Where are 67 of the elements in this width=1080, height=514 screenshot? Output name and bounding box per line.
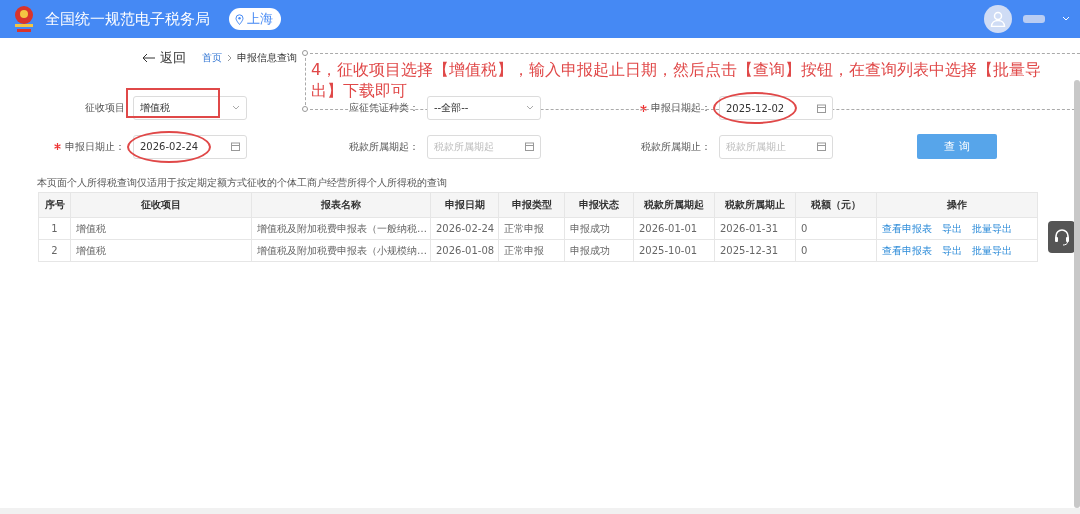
column-header: 操作 <box>876 192 1038 218</box>
user-avatar[interactable] <box>984 5 1012 33</box>
arrow-left-icon <box>142 53 156 63</box>
table-cell: 正常申报 <box>498 217 565 240</box>
column-header: 申报类型 <box>498 192 565 218</box>
notice-text: 本页面个人所得税查询仅适用于按定期定额方式征收的个体工商户经营所得个人所得税的查询 <box>37 176 448 190</box>
action-link[interactable]: 导出 <box>942 222 962 234</box>
table-cell: 增值税 <box>70 239 252 262</box>
table-cell: 增值税及附加税费申报表（一般纳税… <box>251 217 431 240</box>
action-link[interactable]: 批量导出 <box>972 244 1012 256</box>
column-header: 税款所属期止 <box>714 192 796 218</box>
action-link[interactable]: 查看申报表 <box>882 244 932 256</box>
chevron-down-icon <box>526 105 534 111</box>
table-cell: 2025-10-01 <box>633 239 715 262</box>
site-title: 全国统一规范电子税务局 <box>45 9 210 29</box>
column-header: 序号 <box>38 192 71 218</box>
column-header: 征收项目 <box>70 192 252 218</box>
support-button[interactable] <box>1048 221 1075 253</box>
table-cell: 2 <box>38 239 71 262</box>
column-header: 报表名称 <box>251 192 431 218</box>
table-cell: 正常申报 <box>498 239 565 262</box>
calendar-icon <box>231 142 240 151</box>
action-link[interactable]: 批量导出 <box>972 222 1012 234</box>
scrollbar[interactable] <box>1074 80 1080 508</box>
chevron-down-icon <box>232 105 240 111</box>
resize-handle[interactable] <box>302 106 308 112</box>
headset-icon <box>1052 228 1071 246</box>
date-field[interactable]: 2026-02-24 <box>133 134 247 159</box>
chevron-down-icon[interactable] <box>1062 16 1070 22</box>
action-link[interactable]: 查看申报表 <box>882 222 932 234</box>
table-cell: 2025-12-31 <box>714 239 796 262</box>
breadcrumb-current: 申报信息查询 <box>237 51 297 65</box>
field-label: 税款所属期止： <box>641 139 712 154</box>
table-cell: 2026-02-24 <box>430 217 499 240</box>
table-cell: 0 <box>795 217 877 240</box>
calendar-icon <box>525 142 534 151</box>
field-label: 应征凭证种类： <box>349 101 420 115</box>
column-header: 税款所属期起 <box>633 192 715 218</box>
date-field[interactable]: 2025-12-02 <box>719 96 833 120</box>
table-cell: 增值税及附加税费申报表（小规模纳… <box>251 239 431 262</box>
field-label: 申报日期止： <box>54 139 133 154</box>
table-cell: 2026-01-31 <box>714 217 796 240</box>
table-cell: 0 <box>795 239 877 262</box>
region-selector[interactable]: 上海 <box>229 8 281 30</box>
field-label: 税款所属期起： <box>349 139 420 154</box>
column-header: 申报状态 <box>564 192 634 218</box>
blurred-username <box>1023 15 1045 23</box>
location-pin-icon <box>235 13 244 25</box>
column-header: 税额（元） <box>795 192 877 218</box>
action-link[interactable]: 导出 <box>942 244 962 256</box>
table-cell: 增值税 <box>70 217 252 240</box>
select-field[interactable]: --全部-- <box>427 96 541 120</box>
table-cell: 2026-01-01 <box>633 217 715 240</box>
back-link[interactable]: 返回 <box>142 49 186 67</box>
table-cell: 申报成功 <box>564 217 634 240</box>
calendar-icon <box>817 103 826 113</box>
query-button[interactable]: 查 询 <box>917 134 997 159</box>
field-label: 征收项目 <box>85 101 126 115</box>
table-cell: 申报成功 <box>564 239 634 262</box>
table-cell: 2026-01-08 <box>430 239 499 262</box>
column-header: 申报日期 <box>430 192 499 218</box>
resize-handle[interactable] <box>302 50 308 56</box>
select-field[interactable]: 增值税 <box>133 96 247 120</box>
chevron-right-icon <box>227 54 232 62</box>
table-cell: 1 <box>38 217 71 240</box>
breadcrumb-link[interactable]: 首页 <box>202 51 222 65</box>
calendar-icon <box>817 142 826 151</box>
